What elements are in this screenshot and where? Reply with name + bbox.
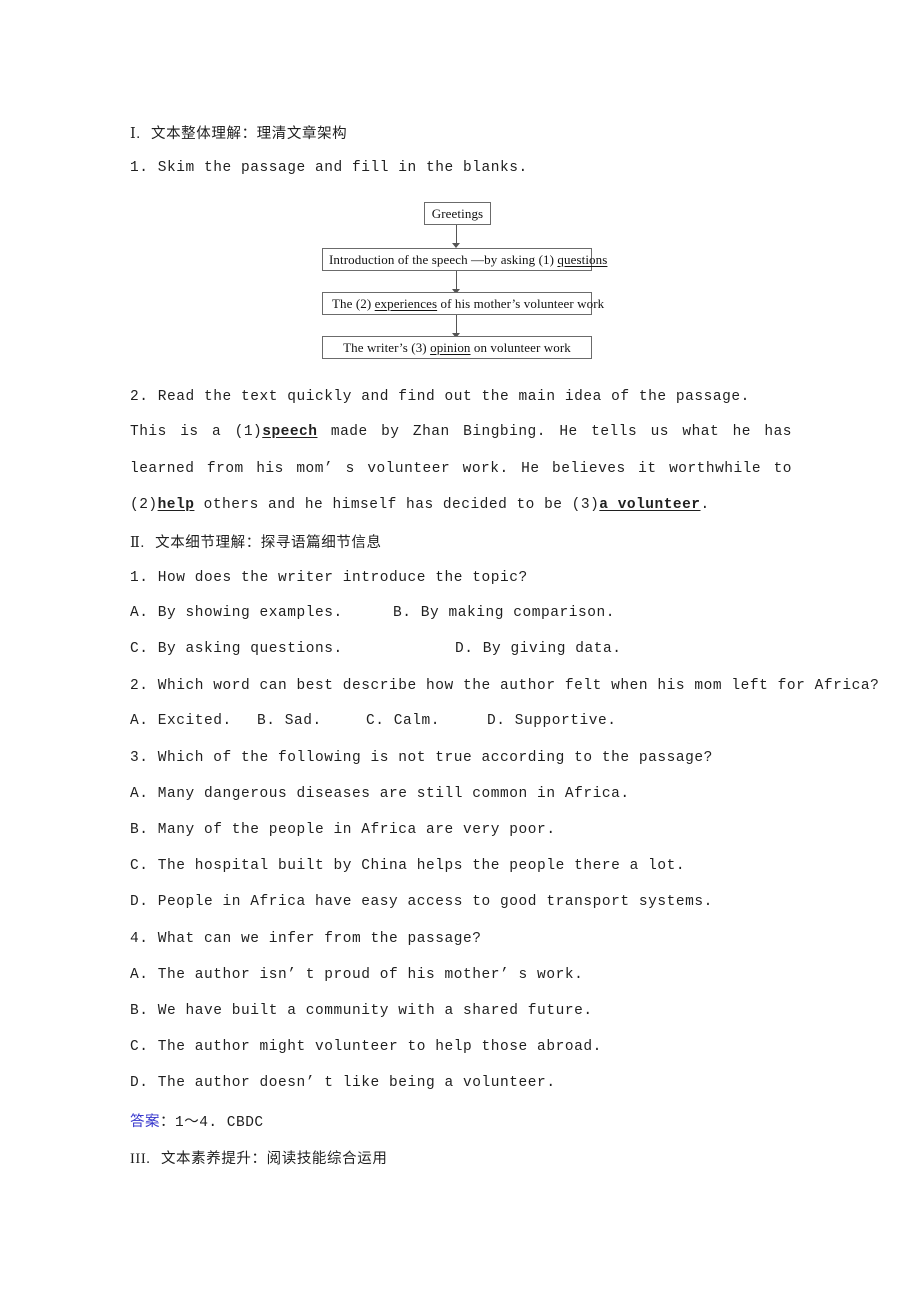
question-stem-q4: 4. What can we infer from the passage? xyxy=(130,931,482,947)
option-q3-b[interactable]: B. Many of the people in Africa are very… xyxy=(130,821,556,839)
task2-prompt: 2. Read the text quickly and find out th… xyxy=(130,389,750,405)
flowchart-box-introduction-pre: Introduction of the speech —by asking (1… xyxy=(329,251,558,267)
option-q1-a[interactable]: A. By showing examples. xyxy=(130,605,343,621)
flowchart-box-opinion-fill: opinion xyxy=(430,339,471,355)
document-page: Ⅰ. 文本整体理解：理清文章架构 1. Skim the passage and… xyxy=(0,0,920,1302)
answer-body: ：1～4. CBDC xyxy=(160,1115,264,1131)
option-q2-c[interactable]: C. Calm. xyxy=(366,713,440,729)
task2-text-0: This is a (1) xyxy=(130,424,263,440)
flowchart: Greetings Introduction of the speech —by… xyxy=(0,198,920,359)
flowchart-box-greetings: Greetings xyxy=(424,202,491,225)
option-q2-b[interactable]: B. Sad. xyxy=(257,713,322,729)
flowchart-box-experiences: The (2) experiences of his mother’s volu… xyxy=(322,292,604,315)
option-q1-c[interactable]: C. By asking questions. xyxy=(130,641,343,657)
flow-connector-2 xyxy=(456,271,457,291)
option-q2-a[interactable]: A. Excited. xyxy=(130,713,232,729)
flowchart-box-introduction-fill: questions xyxy=(557,251,608,267)
section-heading-3: III. 文本素养提升：阅读技能综合运用 xyxy=(130,1147,387,1168)
option-q4-b[interactable]: B. We have built a community with a shar… xyxy=(130,1002,593,1020)
task1-prompt: 1. Skim the passage and fill in the blan… xyxy=(130,160,528,176)
option-row-q2-1: A. Excited. B. Sad. C. Calm. D. Supporti… xyxy=(0,713,920,731)
option-q2-d[interactable]: D. Supportive. xyxy=(487,713,617,729)
option-q1-b[interactable]: B. By making comparison. xyxy=(393,605,615,621)
task2-text-6: . xyxy=(700,497,710,513)
task2-blank-1: speech xyxy=(262,424,318,440)
option-q3-d[interactable]: D. People in Africa have easy access to … xyxy=(130,893,713,911)
question-stem-q1: 1. How does the writer introduce the top… xyxy=(130,570,528,586)
flowchart-box-opinion-post: on volunteer work xyxy=(470,339,571,355)
answer-label: 答案 xyxy=(130,1114,160,1130)
task2-blank-3: help xyxy=(157,497,195,513)
section-numeral-3: III. xyxy=(130,1151,151,1167)
option-q3-c[interactable]: C. The hospital built by China helps the… xyxy=(130,857,685,875)
section-numeral-2: Ⅱ. xyxy=(130,535,145,551)
option-q4-a[interactable]: A. The author isn’ t proud of his mother… xyxy=(130,966,583,984)
option-row-q1-1: A. By showing examples. B. By making com… xyxy=(0,605,920,623)
flowchart-box-experiences-pre: The (2) xyxy=(332,295,375,311)
section-heading-2: Ⅱ. 文本细节理解：探寻语篇细节信息 xyxy=(130,531,382,552)
flow-connector-1 xyxy=(456,225,457,245)
flowchart-box-opinion-pre: The writer’s (3) xyxy=(343,339,431,355)
answer-line: 答案：1～4. CBDC xyxy=(130,1110,264,1131)
task2-text-4: others and he himself has decided to be … xyxy=(194,497,600,513)
option-q4-c[interactable]: C. The author might volunteer to help th… xyxy=(130,1038,602,1056)
option-q1-d[interactable]: D. By giving data. xyxy=(455,641,622,657)
flowchart-box-opinion: The writer’s (3) opinion on volunteer wo… xyxy=(322,336,592,359)
section-title-3: 文本素养提升：阅读技能综合运用 xyxy=(160,1151,388,1167)
section-title-2: 文本细节理解：探寻语篇细节信息 xyxy=(155,535,382,551)
question-stem-q3: 3. Which of the following is not true ac… xyxy=(130,750,713,766)
flowchart-box-introduction: Introduction of the speech —by asking (1… xyxy=(322,248,607,271)
option-q4-d[interactable]: D. The author doesn’ t like being a volu… xyxy=(130,1074,556,1092)
option-row-q1-2: C. By asking questions. D. By giving dat… xyxy=(0,641,920,659)
section-title-1: 文本整体理解：理清文章架构 xyxy=(150,126,348,142)
question-stem-q2: 2. Which word can best describe how the … xyxy=(130,678,880,694)
flow-connector-3 xyxy=(456,315,457,335)
task2-paragraph: This is a (1)speech made by Zhan Bingbin… xyxy=(130,414,792,524)
flowchart-box-experiences-fill: experiences xyxy=(374,295,438,311)
section-numeral-1: Ⅰ. xyxy=(130,126,141,142)
option-q3-a[interactable]: A. Many dangerous diseases are still com… xyxy=(130,785,630,803)
section-heading-1: Ⅰ. 文本整体理解：理清文章架构 xyxy=(130,122,347,143)
task2-blank-5: a volunteer xyxy=(599,497,701,513)
flowchart-box-experiences-post: of his mother’s volunteer work xyxy=(437,295,605,311)
flowchart-box-greetings-label: Greetings xyxy=(431,205,484,221)
